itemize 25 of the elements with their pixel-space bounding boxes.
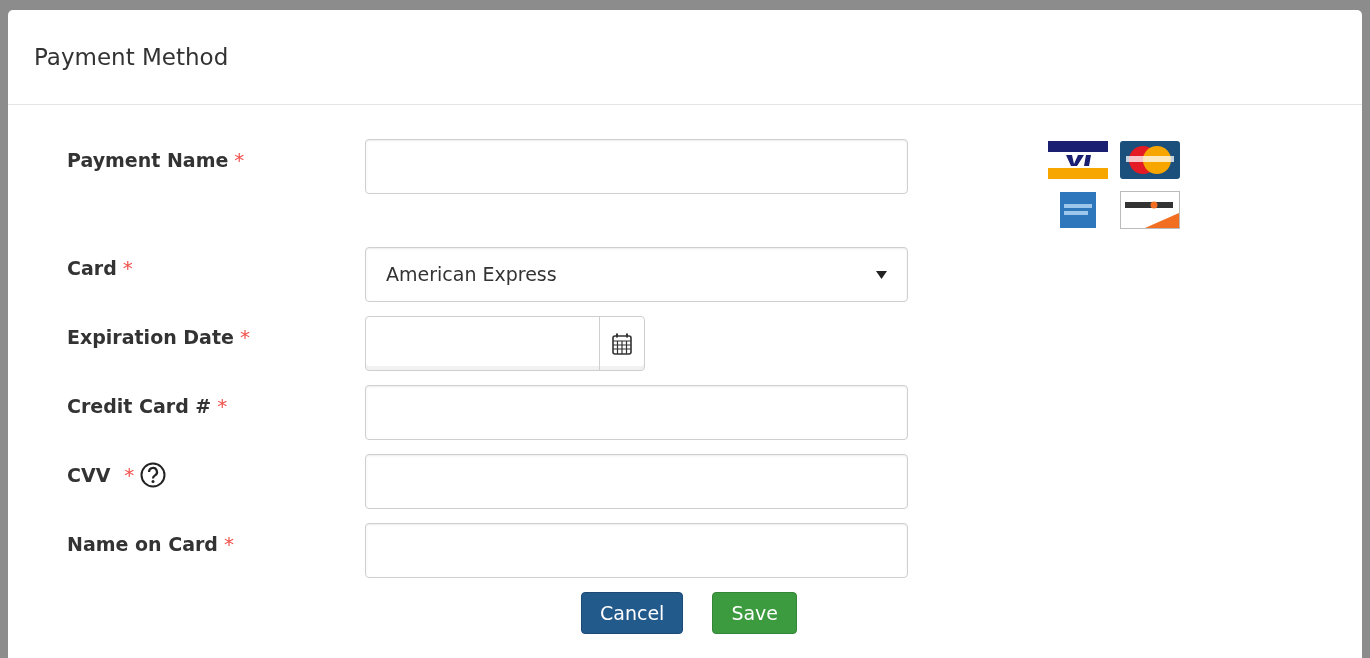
required-asterisk: *: [239, 324, 250, 351]
required-asterisk: *: [124, 462, 135, 489]
card-select[interactable]: American Express: [365, 247, 908, 302]
input-field[interactable]: [365, 139, 908, 194]
input-field[interactable]: [365, 454, 908, 509]
save-button[interactable]: Save: [712, 592, 797, 634]
field-label: Name on Card: [67, 531, 218, 557]
required-asterisk: *: [217, 393, 228, 420]
help-icon[interactable]: [140, 462, 167, 488]
input-field[interactable]: [365, 385, 908, 440]
field-label: Card: [67, 255, 117, 281]
cancel-button[interactable]: Cancel: [581, 592, 684, 634]
field-label: Credit Card #: [67, 393, 212, 419]
caret-icon: [876, 270, 887, 279]
required-asterisk: *: [234, 147, 245, 174]
date-field[interactable]: [365, 316, 645, 371]
required-asterisk: *: [122, 255, 133, 282]
calendar-icon[interactable]: [612, 332, 632, 355]
input-field[interactable]: [365, 523, 908, 578]
field-label: CVV: [67, 462, 111, 488]
mastercard-logo: [1120, 141, 1180, 179]
field-label: Expiration Date: [67, 324, 234, 350]
dialog-title: Payment Method: [34, 42, 229, 72]
required-asterisk: *: [223, 531, 234, 558]
field-label: Payment Name: [67, 147, 229, 173]
